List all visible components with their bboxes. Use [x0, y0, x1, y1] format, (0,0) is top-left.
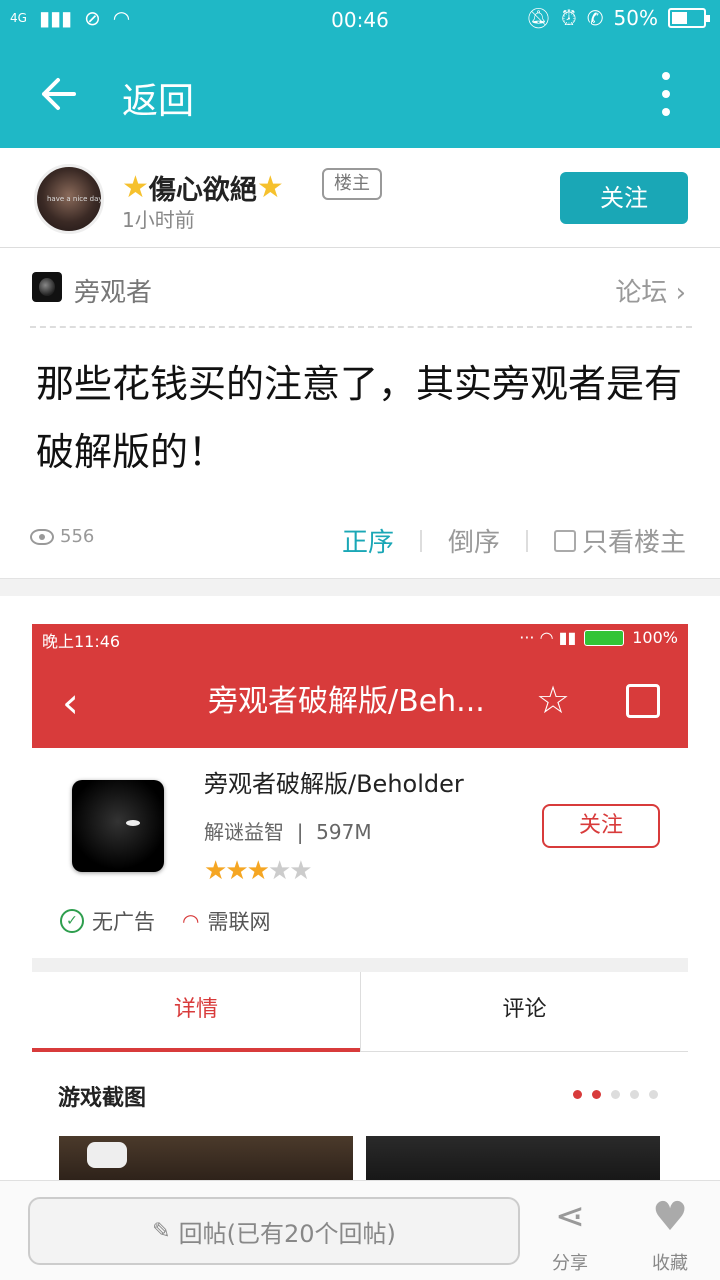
embedded-status-time: 晚上11:46 — [42, 632, 121, 651]
only-op-label: 只看楼主 — [582, 528, 687, 558]
pencil-icon: ✎ — [152, 1218, 171, 1244]
embedded-battery-percent: 100% — [632, 628, 678, 647]
embedded-follow-button: 关注 — [542, 804, 660, 848]
embedded-back-icon: ‹ — [62, 678, 79, 727]
screenshot-thumbnail — [59, 1136, 353, 1180]
star-filled-icon: ★ — [225, 856, 248, 886]
share-button[interactable]: ⋖ 分享 — [540, 1195, 600, 1275]
forum-link[interactable]: 论坛 › — [615, 272, 686, 309]
reply-input[interactable]: ✎ 回帖(已有20个回帖) — [28, 1197, 520, 1265]
view-count: 556 — [30, 526, 94, 547]
star-filled-icon: ★ — [246, 856, 270, 886]
divider — [526, 530, 528, 552]
author-row: have a nice day. ★ 傷心欲絕 ★ 楼主 1小时前 关注 — [0, 148, 720, 248]
star-filled-icon: ★ — [204, 856, 227, 886]
post-image[interactable]: 晚上11:46 ··· ◠ ▮▮ 100% ‹ 旁观者破解版/Beh... ☆ … — [32, 624, 688, 1180]
chevron-right-icon: › — [675, 278, 686, 308]
favorite-button[interactable]: ♥ 收藏 — [640, 1195, 700, 1275]
reply-placeholder: 回帖(已有20个回帖) — [178, 1219, 396, 1248]
gamepad-icon — [87, 1142, 127, 1168]
star-empty-icon: ★ — [289, 856, 312, 886]
battery-icon — [668, 8, 710, 28]
op-badge: 楼主 — [322, 168, 382, 200]
forum-name[interactable]: 旁观者 — [74, 272, 152, 309]
app-rating: ★★★★★ — [204, 856, 313, 886]
needs-network-text: 需联网 — [207, 910, 271, 934]
embedded-tab-detail: 详情 — [32, 972, 360, 1052]
alarm-icon: ⏰︎ — [561, 6, 577, 30]
embedded-star-icon: ☆ — [536, 678, 571, 722]
follow-button[interactable]: 关注 — [560, 172, 688, 224]
app-category-text: 解谜益智 — [204, 820, 284, 844]
post-meta-row: 556 正序 倒序 只看楼主 — [30, 520, 694, 564]
embedded-header: 晚上11:46 ··· ◠ ▮▮ 100% ‹ 旁观者破解版/Beh... ☆ — [32, 624, 688, 748]
sort-ascending-tab[interactable]: 正序 — [342, 522, 394, 559]
carousel-dots — [573, 1090, 658, 1099]
embedded-title: 旁观者破解版/Beh... — [208, 684, 485, 719]
app-size: 597M — [316, 820, 372, 844]
embedded-status-icons: ··· ◠ ▮▮ — [519, 628, 577, 647]
embedded-battery-icon — [584, 629, 625, 646]
back-label[interactable]: 返回 — [122, 72, 194, 124]
star-icon: ★ — [256, 170, 284, 205]
share-icon: ⋖ — [554, 1196, 586, 1237]
star-icon: ★ — [122, 170, 149, 205]
section-divider — [0, 578, 720, 596]
embedded-divider — [32, 958, 688, 972]
forum-icon[interactable] — [32, 272, 62, 302]
username[interactable]: ★ 傷心欲絕 ★ — [122, 168, 284, 207]
forum-row: 旁观者 论坛 › — [30, 258, 692, 328]
post-time: 1小时前 — [122, 208, 195, 232]
app-icon — [72, 780, 164, 872]
screenshot-thumbnail — [366, 1136, 660, 1180]
check-circle-icon: ✓ — [60, 909, 84, 933]
post-title: 那些花钱买的注意了，其实旁观者是有破解版的！ — [36, 362, 683, 474]
no-ads-badge: ✓ 无广告 — [60, 906, 155, 936]
divider — [420, 530, 422, 552]
share-label: 分享 — [552, 1253, 588, 1274]
view-count-text: 556 — [60, 526, 95, 547]
mute-icon: 🔕︎ — [525, 6, 552, 30]
app-name: 旁观者破解版/Beholder — [204, 770, 464, 798]
battery-percent: 50% — [613, 6, 658, 30]
hd-call-icon: ✆ — [586, 6, 604, 30]
needs-network-badge: ◠ 需联网 — [182, 906, 270, 936]
checkbox-icon — [554, 529, 576, 552]
status-bar: 4G ▮▮▮ ⊘ ◠ 00:46 🔕︎ ⏰︎ ✆ 50% — [0, 0, 720, 38]
embedded-share-icon — [626, 684, 660, 718]
no-ads-text: 无广告 — [92, 910, 155, 934]
embedded-screenshots-label: 游戏截图 — [58, 1086, 147, 1111]
heart-icon: ♥ — [652, 1194, 688, 1240]
wifi-icon: ◠ — [182, 909, 200, 933]
title-bar: 返回 — [0, 48, 720, 138]
favorite-label: 收藏 — [652, 1253, 688, 1274]
embedded-tab-comments: 评论 — [360, 972, 688, 1052]
avatar[interactable]: have a nice day. — [34, 164, 104, 234]
arrow-left-icon — [42, 78, 76, 110]
forum-link-label: 论坛 — [615, 278, 668, 308]
app-category: 解谜益智 | 597M — [204, 820, 372, 844]
top-bar: 4G ▮▮▮ ⊘ ◠ 00:46 🔕︎ ⏰︎ ✆ 50% 返回 — [0, 0, 720, 148]
avatar-caption: have a nice day. — [47, 195, 104, 203]
back-button[interactable] — [36, 66, 92, 122]
bottom-bar: ✎ 回帖(已有20个回帖) ⋖ 分享 ♥ 收藏 — [0, 1180, 720, 1280]
username-text: 傷心欲絕 — [148, 175, 257, 206]
more-options-icon[interactable] — [652, 72, 680, 116]
star-empty-icon: ★ — [267, 856, 291, 886]
only-op-toggle[interactable]: 只看楼主 — [554, 522, 686, 559]
eye-icon — [30, 528, 54, 545]
sort-descending-tab[interactable]: 倒序 — [448, 522, 500, 559]
